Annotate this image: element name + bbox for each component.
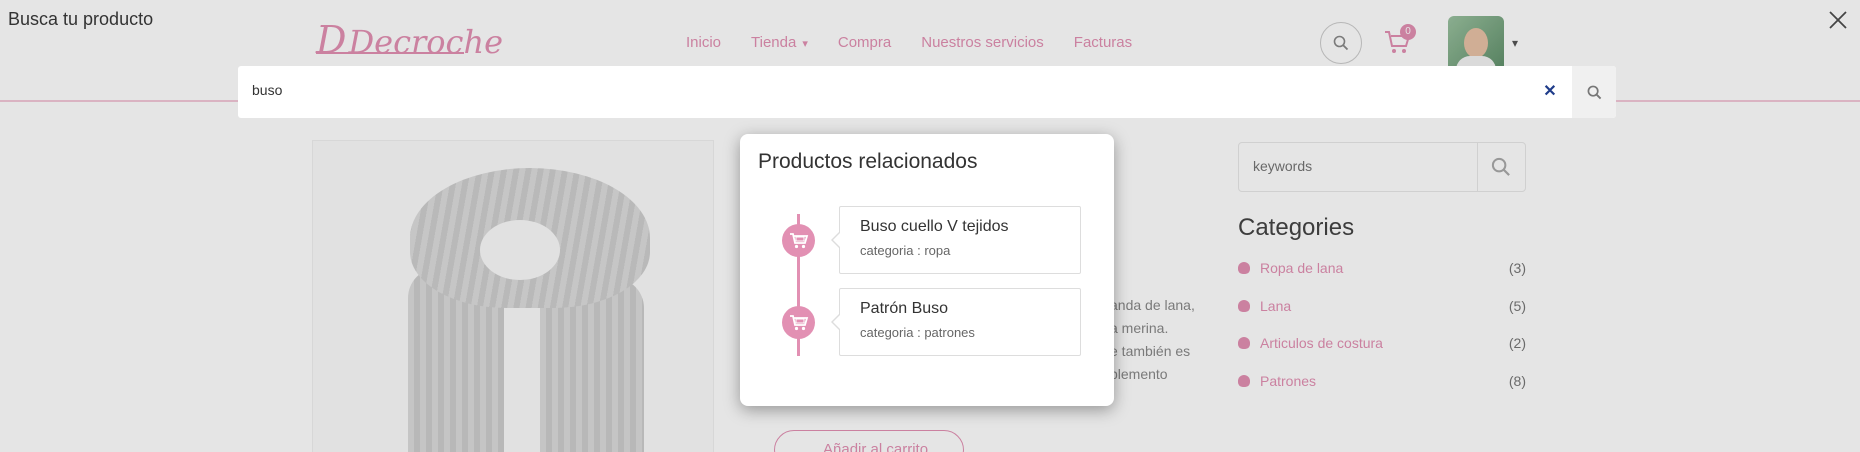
- cart-icon: [782, 306, 815, 339]
- search-modal-overlay: Busca tu producto ✕ Productos relacionad…: [0, 0, 1860, 452]
- result-name[interactable]: Patrón Buso: [860, 300, 948, 318]
- search-button[interactable]: [1572, 66, 1616, 118]
- result-category: categoria : ropa: [860, 243, 951, 258]
- search-icon: [1587, 85, 1601, 99]
- cart-icon: [782, 224, 815, 257]
- result-category: categoria : patrones: [860, 325, 975, 340]
- result-item[interactable]: Buso cuello V tejidos categoria : ropa: [740, 206, 1114, 274]
- result-name[interactable]: Buso cuello V tejidos: [860, 218, 1009, 236]
- clear-icon[interactable]: ✕: [1540, 82, 1560, 102]
- result-card[interactable]: Patrón Buso categoria : patrones: [831, 288, 1081, 356]
- result-item[interactable]: Patrón Buso categoria : patrones: [740, 288, 1114, 356]
- related-products-popup: Productos relacionados Buso cuello V tej…: [740, 134, 1114, 406]
- search-bar: ✕: [238, 66, 1616, 118]
- modal-title: Busca tu producto: [8, 9, 154, 29]
- search-input[interactable]: [252, 82, 1452, 98]
- close-icon[interactable]: [1826, 8, 1850, 32]
- related-products-title: Productos relacionados: [758, 150, 978, 173]
- result-card[interactable]: Buso cuello V tejidos categoria : ropa: [831, 206, 1081, 274]
